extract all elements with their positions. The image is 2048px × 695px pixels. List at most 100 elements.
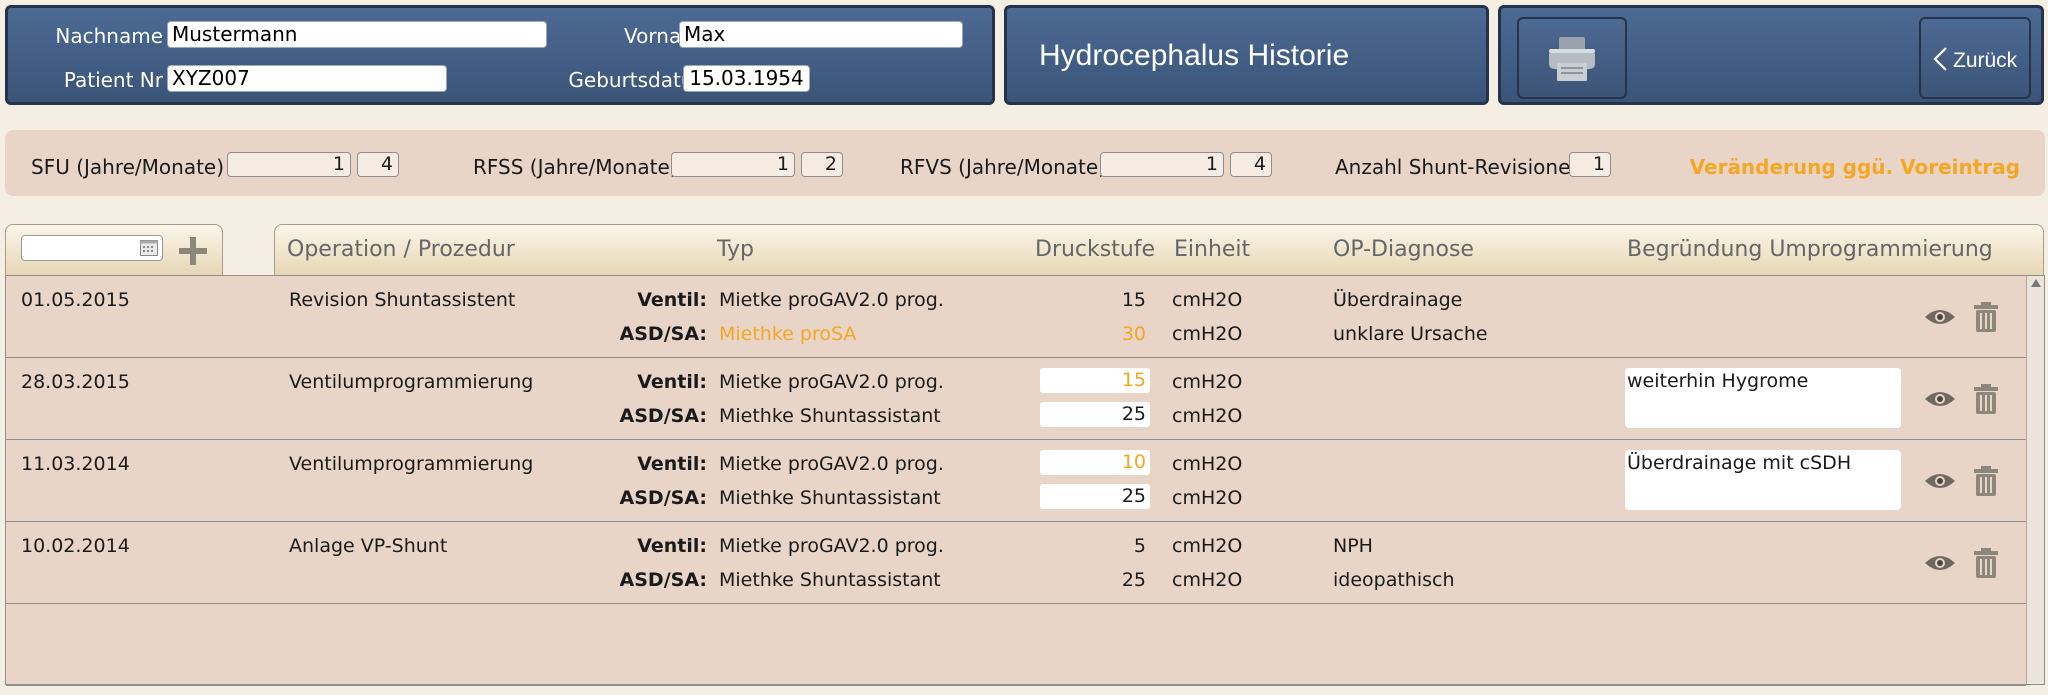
ventil-typ: Mietke proGAV2.0 prog. bbox=[719, 453, 944, 475]
row-diagnose-detail: unklare Ursache bbox=[1333, 323, 1488, 345]
reason-field[interactable]: Überdrainage mit cSDH bbox=[1625, 450, 1901, 510]
date-filter-tab bbox=[5, 224, 223, 276]
back-button-label: Zurück bbox=[1953, 49, 2018, 72]
ventil-einheit: cmH2O bbox=[1172, 453, 1243, 475]
column-diagnose[interactable]: OP-Diagnose bbox=[1333, 237, 1474, 262]
row-date: 10.02.2014 bbox=[21, 535, 130, 557]
column-typ[interactable]: Typ bbox=[717, 237, 754, 262]
row-diagnose-detail: ideopathisch bbox=[1333, 569, 1455, 591]
trash-icon[interactable] bbox=[1972, 465, 2000, 497]
column-begruendung[interactable]: Begründung Umprogrammierung bbox=[1627, 237, 1993, 262]
asd-label: ASD/SA: bbox=[619, 405, 707, 427]
action-panel: Zurück bbox=[1498, 5, 2044, 105]
table-row[interactable]: 28.03.2015 Ventilumprogrammierung Ventil… bbox=[6, 358, 2026, 440]
trash-icon[interactable] bbox=[1972, 301, 2000, 333]
ventil-label: Ventil: bbox=[637, 535, 707, 557]
printer-icon bbox=[1549, 37, 1595, 81]
row-operation: Ventilumprogrammierung bbox=[289, 371, 534, 393]
row-operation: Ventilumprogrammierung bbox=[289, 453, 534, 475]
sfu-years-field[interactable]: 1 bbox=[227, 152, 351, 177]
patient-panel: Nachname Mustermann Vorname Max Patient … bbox=[5, 5, 995, 105]
nachname-label: Nachname bbox=[55, 24, 163, 48]
sfu-months-field[interactable]: 4 bbox=[357, 152, 399, 177]
asd-druck-input[interactable]: 25 bbox=[1040, 484, 1150, 509]
row-date: 11.03.2014 bbox=[21, 453, 130, 475]
nachname-field[interactable]: Mustermann bbox=[167, 21, 547, 48]
page-title: Hydrocephalus Historie bbox=[1039, 39, 1350, 72]
vorname-field[interactable]: Max bbox=[679, 21, 963, 48]
rfss-years-field[interactable]: 1 bbox=[671, 152, 795, 177]
asd-druck: 25 bbox=[1121, 569, 1146, 591]
trash-icon[interactable] bbox=[1972, 383, 2000, 415]
asd-typ: Miethke Shuntassistant bbox=[719, 405, 941, 427]
patientnr-field[interactable]: XYZ007 bbox=[167, 65, 447, 92]
table-row[interactable]: 01.05.2015 Revision Shuntassistent Venti… bbox=[6, 276, 2026, 358]
geburtsdatum-field[interactable]: 15.03.1954 bbox=[683, 65, 810, 92]
asd-einheit: cmH2O bbox=[1172, 569, 1243, 591]
ventil-typ: Mietke proGAV2.0 prog. bbox=[719, 289, 944, 311]
change-hint: Veränderung ggü. Voreintrag bbox=[1689, 155, 2020, 179]
asd-label: ASD/SA: bbox=[619, 487, 707, 509]
geburtsdatum-label: Geburtsdatum bbox=[568, 68, 713, 92]
table-header: Operation / Prozedur Typ Druckstufe Einh… bbox=[274, 224, 2044, 276]
ventil-einheit: cmH2O bbox=[1172, 371, 1243, 393]
sfu-label: SFU (Jahre/Monate) bbox=[31, 155, 225, 179]
table-row-empty bbox=[6, 604, 2026, 686]
asd-einheit: cmH2O bbox=[1172, 323, 1243, 345]
asd-einheit: cmH2O bbox=[1172, 405, 1243, 427]
title-panel: Hydrocephalus Historie bbox=[1004, 5, 1489, 105]
plus-icon[interactable] bbox=[176, 234, 210, 268]
patientnr-label: Patient Nr bbox=[63, 68, 163, 92]
ventil-typ: Mietke proGAV2.0 prog. bbox=[719, 535, 944, 557]
revisions-label: Anzahl Shunt-Revisionen bbox=[1335, 155, 1584, 179]
ventil-label: Ventil: bbox=[637, 371, 707, 393]
rfvs-months-field[interactable]: 4 bbox=[1230, 152, 1272, 177]
rfss-months-field[interactable]: 2 bbox=[801, 152, 843, 177]
row-date: 28.03.2015 bbox=[21, 371, 130, 393]
column-operation[interactable]: Operation / Prozedur bbox=[287, 237, 515, 262]
eye-icon[interactable] bbox=[1924, 389, 1956, 409]
summary-bar: SFU (Jahre/Monate) 1 4 RFSS (Jahre/Monat… bbox=[5, 130, 2045, 196]
row-diagnose: Überdrainage bbox=[1333, 289, 1463, 311]
ventil-label: Ventil: bbox=[637, 453, 707, 475]
eye-icon[interactable] bbox=[1924, 553, 1956, 573]
ventil-label: Ventil: bbox=[637, 289, 707, 311]
table-row[interactable]: 11.03.2014 Ventilumprogrammierung Ventil… bbox=[6, 440, 2026, 522]
table-scrollbar[interactable] bbox=[2026, 276, 2044, 684]
asd-label: ASD/SA: bbox=[619, 323, 707, 345]
column-druckstufe[interactable]: Druckstufe bbox=[1035, 237, 1155, 262]
asd-typ: Miethke Shuntassistant bbox=[719, 569, 941, 591]
row-operation: Revision Shuntassistent bbox=[289, 289, 516, 311]
row-diagnose: NPH bbox=[1333, 535, 1373, 557]
calendar-icon[interactable] bbox=[140, 240, 158, 256]
ventil-typ: Mietke proGAV2.0 prog. bbox=[719, 371, 944, 393]
asd-label: ASD/SA: bbox=[619, 569, 707, 591]
asd-typ: Miethke Shuntassistant bbox=[719, 487, 941, 509]
ventil-druck: 5 bbox=[1133, 535, 1146, 557]
ventil-druck-input[interactable]: 10 bbox=[1040, 450, 1150, 475]
asd-druck-input[interactable]: 25 bbox=[1040, 402, 1150, 427]
date-filter-input[interactable] bbox=[21, 235, 163, 261]
scroll-up-icon[interactable] bbox=[2030, 278, 2042, 288]
rfss-label: RFSS (Jahre/Monate) bbox=[473, 155, 678, 179]
ventil-druck: 15 bbox=[1121, 289, 1146, 311]
eye-icon[interactable] bbox=[1924, 471, 1956, 491]
table-row[interactable]: 10.02.2014 Anlage VP-Shunt Ventil: Mietk… bbox=[6, 522, 2026, 604]
row-operation: Anlage VP-Shunt bbox=[289, 535, 448, 557]
revisions-field[interactable]: 1 bbox=[1569, 152, 1611, 177]
eye-icon[interactable] bbox=[1924, 307, 1956, 327]
asd-typ: Miethke proSA bbox=[719, 323, 857, 345]
rfvs-label: RFVS (Jahre/Monate) bbox=[900, 155, 1106, 179]
trash-icon[interactable] bbox=[1972, 547, 2000, 579]
back-button[interactable]: Zurück bbox=[1919, 17, 2031, 99]
ventil-einheit: cmH2O bbox=[1172, 535, 1243, 557]
ventil-druck-input[interactable]: 15 bbox=[1040, 368, 1150, 393]
reason-field[interactable]: weiterhin Hygrome bbox=[1625, 368, 1901, 428]
row-date: 01.05.2015 bbox=[21, 289, 130, 311]
column-einheit[interactable]: Einheit bbox=[1174, 237, 1250, 262]
ventil-einheit: cmH2O bbox=[1172, 289, 1243, 311]
print-button[interactable] bbox=[1517, 17, 1627, 99]
rfvs-years-field[interactable]: 1 bbox=[1100, 152, 1224, 177]
history-table: 01.05.2015 Revision Shuntassistent Venti… bbox=[5, 275, 2045, 686]
chevron-left-icon bbox=[1933, 47, 1947, 71]
